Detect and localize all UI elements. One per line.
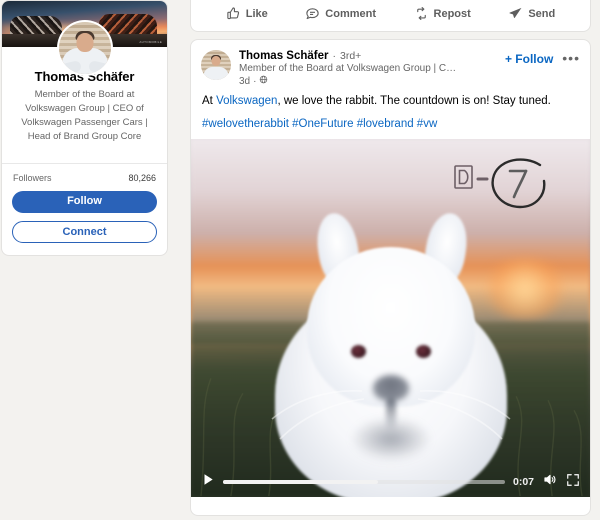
follow-button[interactable]: Follow xyxy=(12,191,157,213)
post-author-avatar[interactable] xyxy=(201,50,231,80)
repost-icon xyxy=(414,6,429,21)
post-video-player[interactable]: 0:07 xyxy=(191,139,590,497)
video-rabbit-subject xyxy=(266,213,516,497)
comment-button[interactable]: Comment xyxy=(305,6,376,21)
comment-label: Comment xyxy=(325,8,376,20)
avatar-face xyxy=(76,33,93,52)
repost-button[interactable]: Repost xyxy=(414,6,471,21)
followers-count: 80,266 xyxy=(128,173,156,183)
profile-card: AUTOMOBILE Thomas Schäfer Member of the … xyxy=(1,0,168,256)
connect-button[interactable]: Connect xyxy=(12,221,157,243)
profile-buttons: Follow Connect xyxy=(2,191,167,255)
post-action-bar: Like Comment xyxy=(190,0,591,32)
globe-icon xyxy=(259,75,268,87)
video-progress-bar[interactable] xyxy=(223,480,505,484)
video-progress-fill xyxy=(223,480,378,484)
send-label: Send xyxy=(528,8,555,20)
rabbit-whiskers xyxy=(266,213,516,497)
post-text-prefix: At xyxy=(202,95,216,107)
video-countdown-sketch xyxy=(452,153,568,211)
post-header-actions: + Follow ••• xyxy=(505,50,580,66)
followers-label: Followers xyxy=(13,173,52,183)
video-controls: 0:07 xyxy=(191,467,590,497)
post-text-suffix: , we love the rabbit. The countdown is o… xyxy=(277,95,550,107)
timestamp-separator: · xyxy=(253,76,256,87)
linkedin-profile-feed-screen: AUTOMOBILE Thomas Schäfer Member of the … xyxy=(0,0,600,520)
post-timestamp: 3d xyxy=(239,76,250,87)
post-timestamp-row: 3d · xyxy=(239,75,505,87)
followers-row: Followers 80,266 xyxy=(2,164,167,191)
send-button[interactable]: Send xyxy=(508,6,555,21)
post-author-subtitle: Member of the Board at Volkswagen Group … xyxy=(239,63,469,74)
video-duration: 0:07 xyxy=(513,476,534,488)
post-card: Thomas Schäfer · 3rd+ Member of the Boar… xyxy=(190,39,591,516)
avatar-image xyxy=(59,22,111,74)
post-author-separator: · xyxy=(332,50,336,62)
feed-column: Like Comment xyxy=(190,0,600,520)
post-author-meta: Thomas Schäfer · 3rd+ Member of the Boar… xyxy=(239,50,505,87)
cover-watermark: AUTOMOBILE xyxy=(139,40,162,44)
like-button[interactable]: Like xyxy=(226,6,268,21)
post-author-degree: 3rd+ xyxy=(340,50,361,62)
post-more-options-button[interactable]: ••• xyxy=(562,52,580,64)
fullscreen-icon[interactable] xyxy=(566,473,580,492)
avatar[interactable] xyxy=(57,20,113,76)
volume-icon[interactable] xyxy=(542,472,558,492)
post-avatar-face xyxy=(212,56,221,66)
play-icon[interactable] xyxy=(201,472,215,492)
post-author-name[interactable]: Thomas Schäfer xyxy=(239,50,328,62)
post-hashtags[interactable]: #welovetherabbit #OneFuture #lovebrand #… xyxy=(191,109,590,139)
post-header: Thomas Schäfer · 3rd+ Member of the Boar… xyxy=(191,40,590,87)
post-text: At Volkswagen, we love the rabbit. The c… xyxy=(191,87,590,109)
profile-headline: Member of the Board at Volkswagen Group … xyxy=(10,88,159,144)
post-follow-button[interactable]: + Follow xyxy=(505,52,553,66)
post-text-mention-link[interactable]: Volkswagen xyxy=(216,95,277,107)
thumbs-up-icon xyxy=(226,6,241,21)
repost-label: Repost xyxy=(434,8,471,20)
send-icon xyxy=(508,6,523,21)
comment-icon xyxy=(305,6,320,21)
post-avatar-shirt xyxy=(204,67,229,80)
left-sidebar: AUTOMOBILE Thomas Schäfer Member of the … xyxy=(0,0,190,520)
like-label: Like xyxy=(246,8,268,20)
post-author-line: Thomas Schäfer · 3rd+ xyxy=(239,50,505,62)
